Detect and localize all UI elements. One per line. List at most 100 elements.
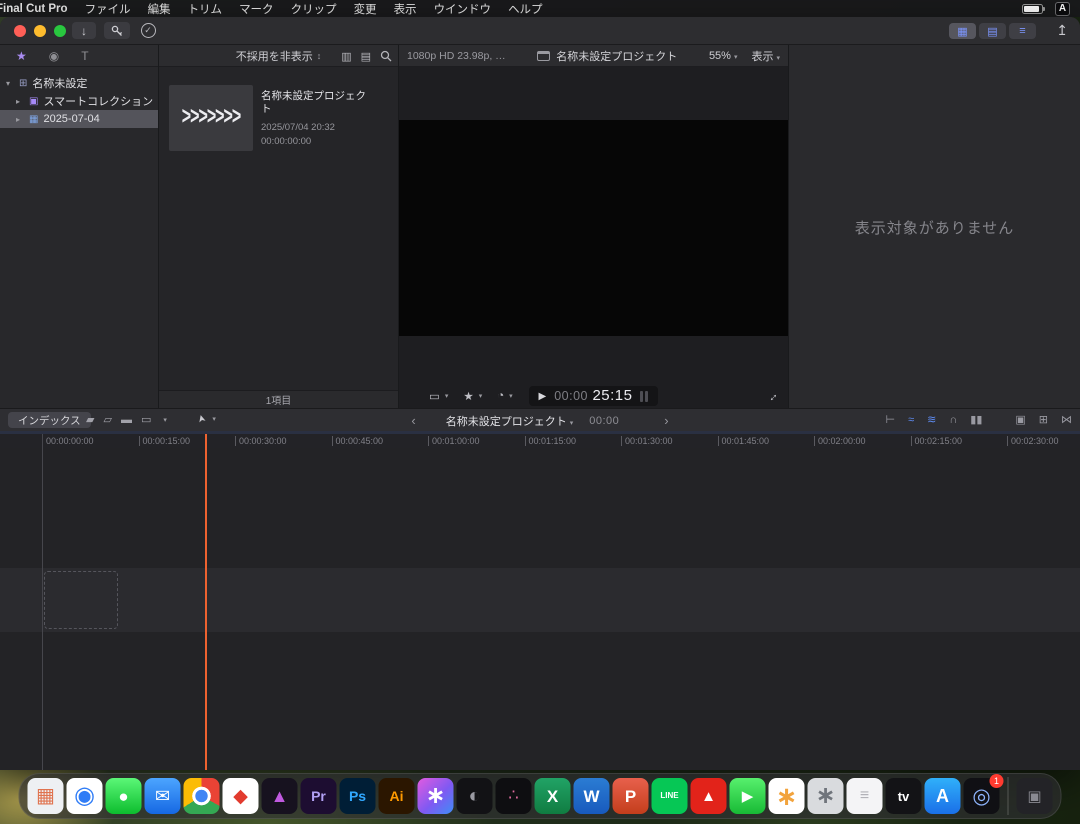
view-options-dropdown[interactable]: 表示▾ (751, 48, 780, 64)
dock-icon-final-cut-pro[interactable]: ∗ (418, 778, 454, 814)
battery-icon[interactable] (1022, 4, 1043, 14)
dock-icon-app-camera-lens[interactable]: ◎1 (964, 778, 1000, 814)
dock-icon-app-dark-sphere[interactable]: ◐ (457, 778, 493, 814)
dock-icon-microsoft-word[interactable]: W (574, 778, 610, 814)
menu-item[interactable]: ウインドウ (434, 1, 492, 17)
import-media-button[interactable]: ↓ (72, 22, 96, 39)
clip-filter-dropdown[interactable]: 不採用を非表示 (236, 48, 313, 64)
format-info[interactable]: 1080p HD 23.98p, … (407, 50, 506, 62)
next-project-button[interactable]: › (664, 413, 668, 428)
dock-icon-app-color-dots[interactable]: ∴ (496, 778, 532, 814)
index-button[interactable]: インデックス (8, 412, 91, 428)
append-clip-icon[interactable]: ▬ (121, 414, 132, 426)
sidebar-item-event[interactable]: ▸ ▦ 2025-07-04 (0, 110, 158, 128)
fullscreen-icon[interactable]: ↔ (763, 387, 781, 405)
titles-generators-tab[interactable]: T (81, 49, 88, 63)
timeline-tracks[interactable] (0, 448, 1080, 770)
clip-title[interactable]: 名称未設定プロジェクト (261, 90, 369, 116)
enhance-icon[interactable]: ★ (463, 389, 473, 403)
menu-item[interactable]: 編集 (148, 1, 171, 17)
background-tasks-button[interactable]: ✓ (138, 22, 158, 39)
playhead[interactable] (205, 434, 207, 770)
search-icon[interactable] (380, 50, 392, 62)
check-circle-icon: ✓ (141, 23, 156, 38)
dock-icon-chrome[interactable] (184, 778, 220, 814)
dock-icon-apple-tv[interactable]: tv (886, 778, 922, 814)
insert-clip-icon[interactable]: ▱ (103, 413, 111, 426)
chevron-down-icon: ▾ (776, 55, 780, 62)
timeline-index-icon[interactable]: ▣ (1015, 413, 1025, 426)
filmstrip-view-icon[interactable]: ▤ (361, 50, 371, 63)
menu-item[interactable]: トリム (188, 1, 223, 17)
key-icon (110, 24, 124, 38)
dock-icon-adobe-premiere[interactable]: Pr (301, 778, 337, 814)
play-button[interactable]: ▶ (539, 391, 547, 402)
overwrite-clip-icon[interactable]: ▭ (141, 413, 151, 426)
connect-clip-icon[interactable]: ▰ (86, 413, 94, 426)
timeline-view-button[interactable]: ▤ (979, 23, 1006, 39)
disclosure-triangle-icon[interactable]: ▾ (6, 79, 14, 88)
dock-icon-mail[interactable]: ✉ (145, 778, 181, 814)
dock-icon-adobe-acrobat[interactable]: ▲ (691, 778, 727, 814)
timeline-project-name[interactable]: 名称未設定プロジェクト▾ (446, 413, 574, 429)
meters-icon[interactable]: ▮▮ (970, 413, 982, 426)
keyword-editor-button[interactable] (104, 22, 130, 39)
previous-project-button[interactable]: ‹ (411, 413, 415, 428)
dock-icon-photos[interactable]: ∗ (769, 778, 805, 814)
dock-icon-messages[interactable]: ● (106, 778, 142, 814)
menu-app-name[interactable]: Final Cut Pro (0, 3, 68, 15)
dock-icon-launchpad[interactable]: ▦ (28, 778, 64, 814)
menu-item[interactable]: 変更 (354, 1, 377, 17)
effects-browser-icon[interactable]: ⊞ (1039, 413, 1048, 426)
minimize-button[interactable] (34, 25, 46, 37)
input-source-indicator[interactable]: A (1055, 2, 1070, 16)
dock-icon-microsoft-excel[interactable]: X (535, 778, 571, 814)
tool-select-dropdown[interactable]: ➤ ▾ (198, 413, 216, 424)
photos-audio-tab[interactable]: ◉ (49, 49, 59, 63)
retime-icon[interactable]: ◔ (497, 390, 504, 402)
dock-icon-app-white-square[interactable]: ≡ (847, 778, 883, 814)
libraries-tab[interactable]: ★ (16, 49, 27, 63)
event-browser: 不採用を非表示 ↕ ▥▤ >>>>>>> 名称未設定プロジェクト 2025/07… (158, 45, 398, 408)
timeline-ruler[interactable]: 00:00:00:0000:00:15:0000:00:30:0000:00:4… (0, 434, 1080, 448)
disclosure-triangle-icon[interactable]: ▸ (16, 115, 24, 124)
dock-icon-app-store[interactable]: A (925, 778, 961, 814)
browser-view-button[interactable]: ▦ (949, 23, 976, 39)
menu-item[interactable]: マーク (239, 1, 274, 17)
menu-item[interactable]: クリップ (291, 1, 337, 17)
inspector-empty-message: 表示対象がありません (789, 217, 1080, 238)
dock-icon-microsoft-powerpoint[interactable]: P (613, 778, 649, 814)
sidebar-item-smart-collection[interactable]: ▸ ▣ スマートコレクション (0, 92, 158, 110)
share-icon[interactable]: ↥ (1056, 22, 1068, 39)
solo-icon[interactable]: ∩ (949, 414, 957, 426)
dock-icon-safari[interactable]: ◉ (67, 778, 103, 814)
trim-icon[interactable]: ⊢ (886, 413, 896, 426)
transitions-browser-icon[interactable]: ⋈ (1061, 413, 1072, 426)
zoom-level-dropdown[interactable]: 55%▾ (709, 50, 738, 62)
menu-item[interactable]: ヘルプ (508, 1, 543, 17)
dock-icon-app-dark-square[interactable]: ▣ (1017, 778, 1053, 814)
crop-icon[interactable]: ▭ (429, 389, 440, 403)
menu-item[interactable]: ファイル (85, 1, 131, 17)
skimming-icon[interactable]: ≈ (908, 414, 914, 426)
dock-icon-app-red-shape[interactable]: ◆ (223, 778, 259, 814)
clip-thumbnail[interactable]: >>>>>>> (169, 85, 253, 151)
list-view-icon[interactable]: ▥ (341, 50, 351, 63)
sidebar-item-library[interactable]: ▾ ⊞ 名称未設定 (0, 74, 158, 92)
disclosure-triangle-icon[interactable]: ▸ (16, 97, 24, 106)
dock-icon-line[interactable]: LINE (652, 778, 688, 814)
primary-storyline[interactable] (0, 568, 1080, 632)
audio-meters-icon[interactable] (640, 391, 648, 402)
dock-icon-app-purple-triangle[interactable]: ▲ (262, 778, 298, 814)
inspector-toggle-button[interactable]: ≡ (1009, 23, 1036, 39)
dock-icon-facetime[interactable]: ▶ (730, 778, 766, 814)
dock-icon-adobe-illustrator[interactable]: Ai (379, 778, 415, 814)
dock-icon-adobe-photoshop[interactable]: Ps (340, 778, 376, 814)
video-canvas[interactable] (399, 120, 789, 336)
audio-skimming-icon[interactable]: ≋ (927, 413, 936, 426)
clip-placeholder-outline[interactable] (44, 571, 118, 629)
menu-item[interactable]: 表示 (394, 1, 417, 17)
close-button[interactable] (14, 25, 26, 37)
dock-icon-app-settings-gear[interactable]: ∗ (808, 778, 844, 814)
zoom-button[interactable] (54, 25, 66, 37)
